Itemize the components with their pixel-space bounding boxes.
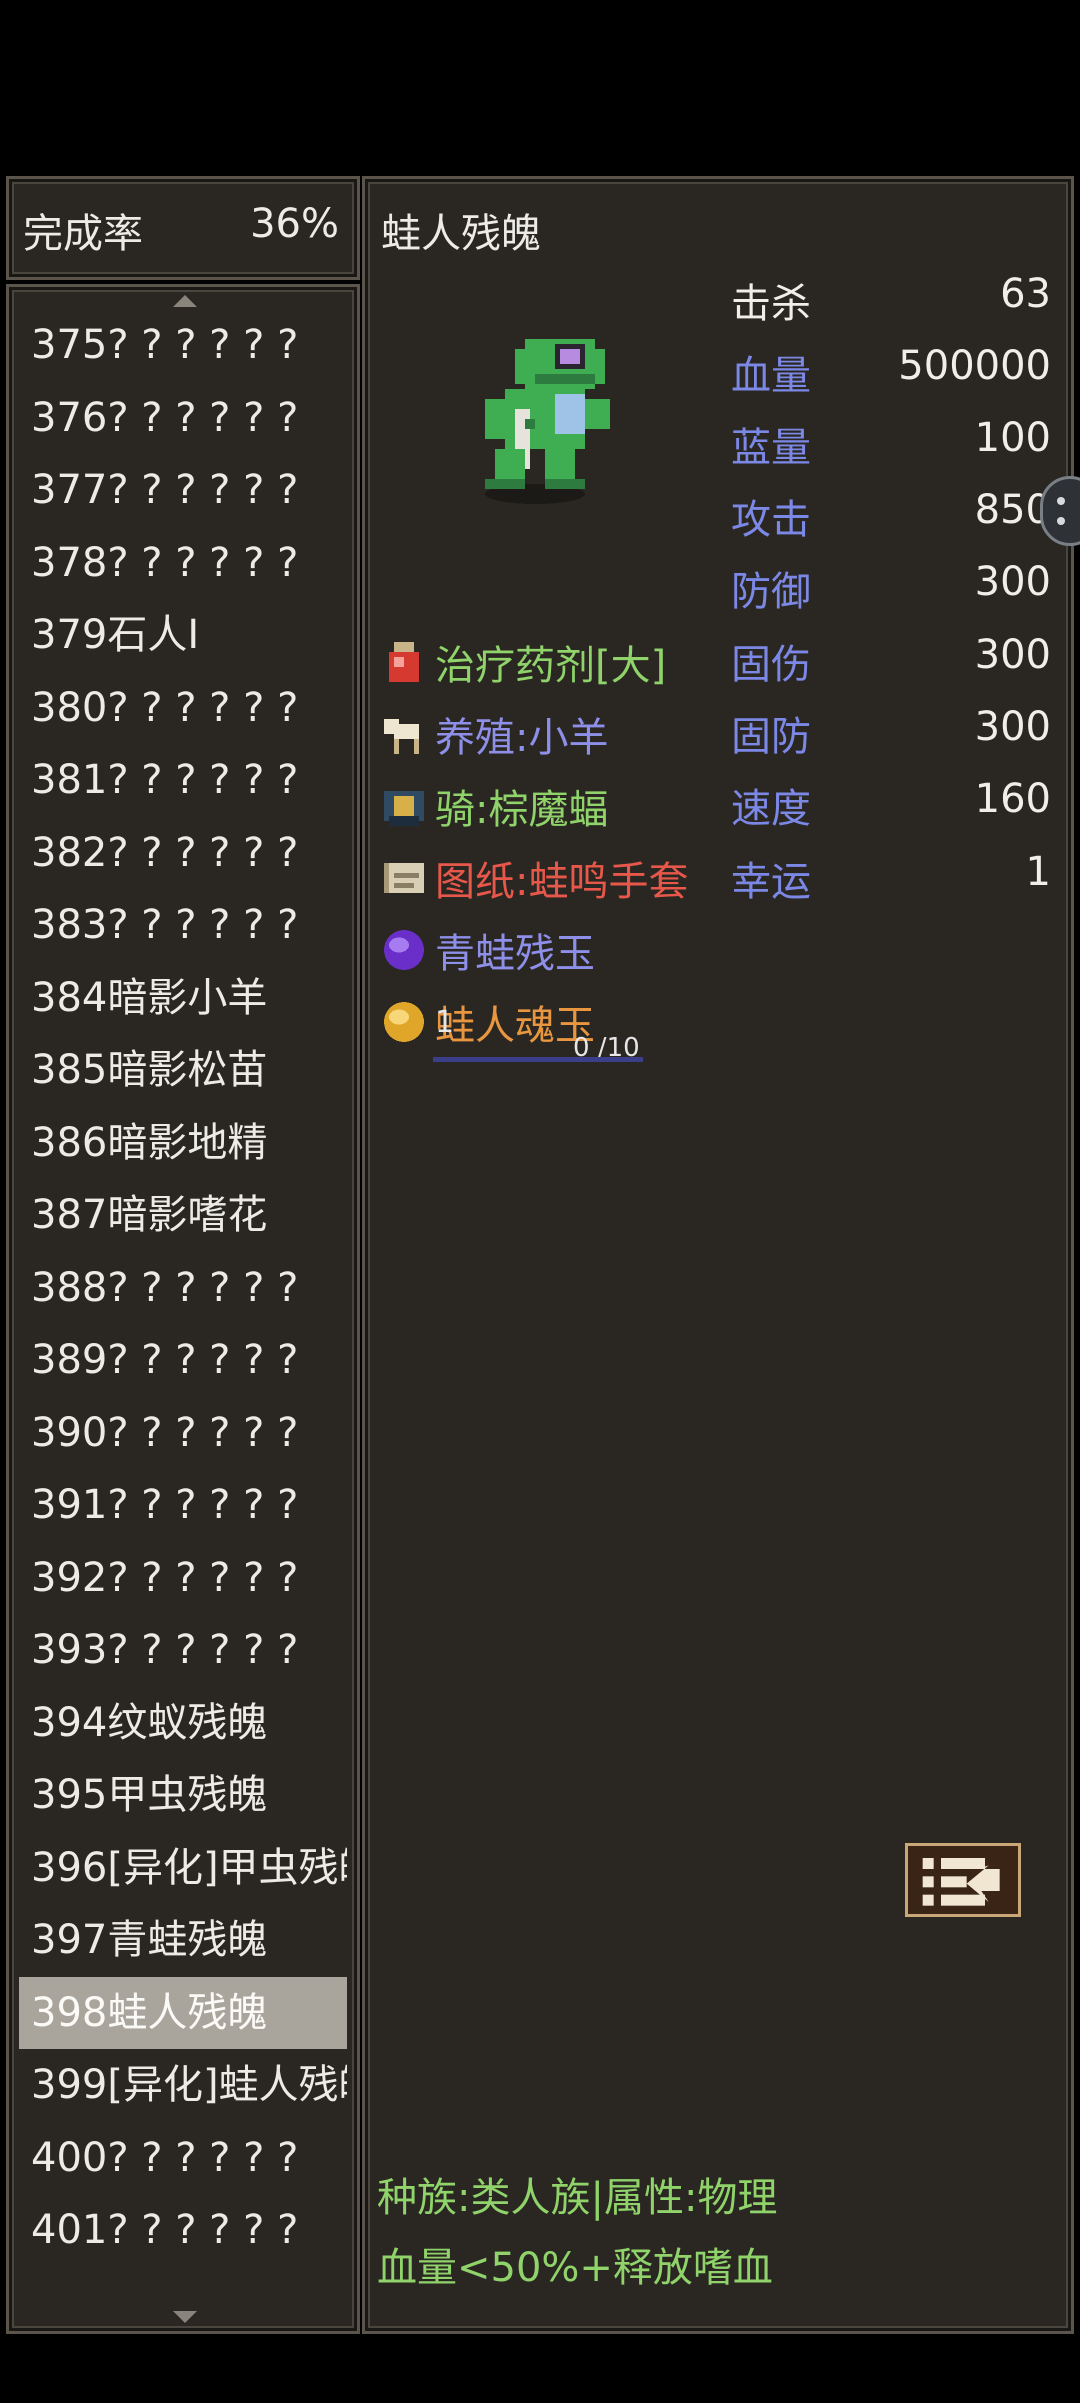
list-item[interactable]: 379石人I bbox=[19, 599, 347, 672]
list-toggle-button[interactable] bbox=[905, 1843, 1021, 1917]
skill-info: 血量<50%+释放嗜血 bbox=[377, 2245, 773, 2291]
stat-label: 蓝量 bbox=[731, 425, 811, 471]
scroll-up-icon[interactable] bbox=[173, 295, 197, 307]
list-item[interactable]: 389? ? ? ? ? ? bbox=[19, 1324, 347, 1397]
list-item[interactable]: 384暗影小羊 bbox=[19, 962, 347, 1035]
list-item[interactable]: 385暗影松苗 bbox=[19, 1034, 347, 1107]
stat-label: 防御 bbox=[731, 569, 811, 615]
list-item[interactable]: 394纹蚁残魄 bbox=[19, 1687, 347, 1760]
list-item[interactable]: 392? ? ? ? ? ? bbox=[19, 1542, 347, 1615]
scroll-down-icon[interactable] bbox=[173, 2311, 197, 2323]
list-item[interactable]: 401? ? ? ? ? ? bbox=[19, 2194, 347, 2267]
bat-mount-icon bbox=[384, 791, 424, 826]
list-item[interactable]: 386暗影地精 bbox=[19, 1107, 347, 1180]
purple-jade-icon bbox=[384, 930, 424, 970]
list-item[interactable]: 395甲虫残魄 bbox=[19, 1759, 347, 1832]
list-item[interactable]: 378? ? ? ? ? ? bbox=[19, 527, 347, 600]
list-item[interactable]: 387暗影嗜花 bbox=[19, 1179, 347, 1252]
list-item[interactable]: 376? ? ? ? ? ? bbox=[19, 382, 347, 455]
drop-name: 骑:棕魔蝠 bbox=[435, 787, 609, 833]
completion-label: 完成率 bbox=[23, 211, 143, 257]
stat-value: 63 bbox=[1000, 271, 1051, 317]
frogman-sprite-icon bbox=[485, 339, 610, 504]
stat-label: 血量 bbox=[731, 353, 811, 399]
list-item[interactable]: 396[异化]甲虫残魄 bbox=[19, 1832, 347, 1905]
stat-value: 300 bbox=[974, 559, 1051, 605]
sheep-icon bbox=[384, 719, 419, 754]
list-item[interactable]: 381? ? ? ? ? ? bbox=[19, 744, 347, 817]
monster-list[interactable]: 375? ? ? ? ? ? 376? ? ? ? ? ? 377? ? ? ?… bbox=[19, 309, 347, 2267]
list-item[interactable]: 377? ? ? ? ? ? bbox=[19, 454, 347, 527]
list-item-selected[interactable]: 398蛙人残魄 bbox=[19, 1976, 347, 2049]
soul-quantity-prefix: 1 bbox=[435, 1005, 455, 1040]
list-item[interactable]: 391? ? ? ? ? ? bbox=[19, 1469, 347, 1542]
drop-name: 图纸:蛙鸣手套 bbox=[435, 859, 689, 905]
drop-name: 治疗药剂[大] bbox=[435, 643, 667, 689]
list-item[interactable]: 382? ? ? ? ? ? bbox=[19, 817, 347, 890]
stat-value: 100 bbox=[974, 415, 1051, 461]
stat-label: 固防 bbox=[731, 714, 811, 760]
drop-name: 养殖:小羊 bbox=[435, 715, 609, 761]
list-item[interactable]: 380? ? ? ? ? ? bbox=[19, 672, 347, 745]
stat-speed: 速度 160 bbox=[731, 776, 1051, 836]
quantity-underline bbox=[433, 1057, 643, 1062]
stat-fixed-defense: 固防 300 bbox=[731, 704, 1051, 764]
list-swap-icon bbox=[922, 1858, 1000, 1906]
race-info: 种族:类人族|属性:物理 bbox=[377, 2175, 778, 2221]
stat-value: 300 bbox=[974, 632, 1051, 678]
stat-value: 160 bbox=[974, 776, 1051, 822]
stat-label: 攻击 bbox=[731, 497, 811, 543]
stat-label: 固伤 bbox=[731, 642, 811, 688]
stat-attack: 攻击 850 bbox=[731, 487, 1051, 547]
completion-value: 36% bbox=[250, 201, 339, 247]
list-item[interactable]: 400? ? ? ? ? ? bbox=[19, 2122, 347, 2195]
stat-value: 300 bbox=[974, 704, 1051, 750]
stat-mp: 蓝量 100 bbox=[731, 415, 1051, 475]
stat-defense: 防御 300 bbox=[731, 559, 1051, 619]
completion-panel: 完成率 36% bbox=[6, 176, 360, 280]
list-item[interactable]: 388? ? ? ? ? ? bbox=[19, 1252, 347, 1325]
drop-name: 青蛙残玉 bbox=[435, 931, 595, 977]
list-item[interactable]: 393? ? ? ? ? ? bbox=[19, 1614, 347, 1687]
stat-label: 速度 bbox=[731, 786, 811, 832]
monster-detail-panel: 蛙人残魄 击杀 63 血量 500000 蓝量 100 攻击 850 防御 30 bbox=[362, 176, 1074, 2334]
stat-value: 1 bbox=[1025, 849, 1051, 895]
monster-list-panel[interactable]: 375? ? ? ? ? ? 376? ? ? ? ? ? 377? ? ? ?… bbox=[6, 284, 360, 2334]
list-item[interactable]: 390? ? ? ? ? ? bbox=[19, 1397, 347, 1470]
list-item[interactable]: 383? ? ? ? ? ? bbox=[19, 889, 347, 962]
gold-jade-icon bbox=[384, 1002, 424, 1042]
list-item[interactable]: 399[异化]蛙人残魄 bbox=[19, 2049, 347, 2122]
stat-value: 500000 bbox=[898, 343, 1051, 389]
stat-hp: 血量 500000 bbox=[731, 343, 1051, 403]
stat-kills: 击杀 63 bbox=[731, 271, 1051, 331]
stat-label: 击杀 bbox=[731, 281, 811, 327]
monster-name: 蛙人残魄 bbox=[381, 211, 541, 257]
scroll-icon bbox=[384, 863, 424, 893]
list-item[interactable]: 397青蛙残魄 bbox=[19, 1904, 347, 1977]
list-item[interactable]: 375? ? ? ? ? ? bbox=[19, 309, 347, 382]
stat-label: 幸运 bbox=[731, 859, 811, 905]
stat-luck: 幸运 1 bbox=[731, 849, 1051, 909]
drop-name: 蛙人魂玉 bbox=[435, 1003, 595, 1049]
stat-fixed-damage: 固伤 300 bbox=[731, 632, 1051, 692]
potion-icon bbox=[389, 642, 419, 682]
